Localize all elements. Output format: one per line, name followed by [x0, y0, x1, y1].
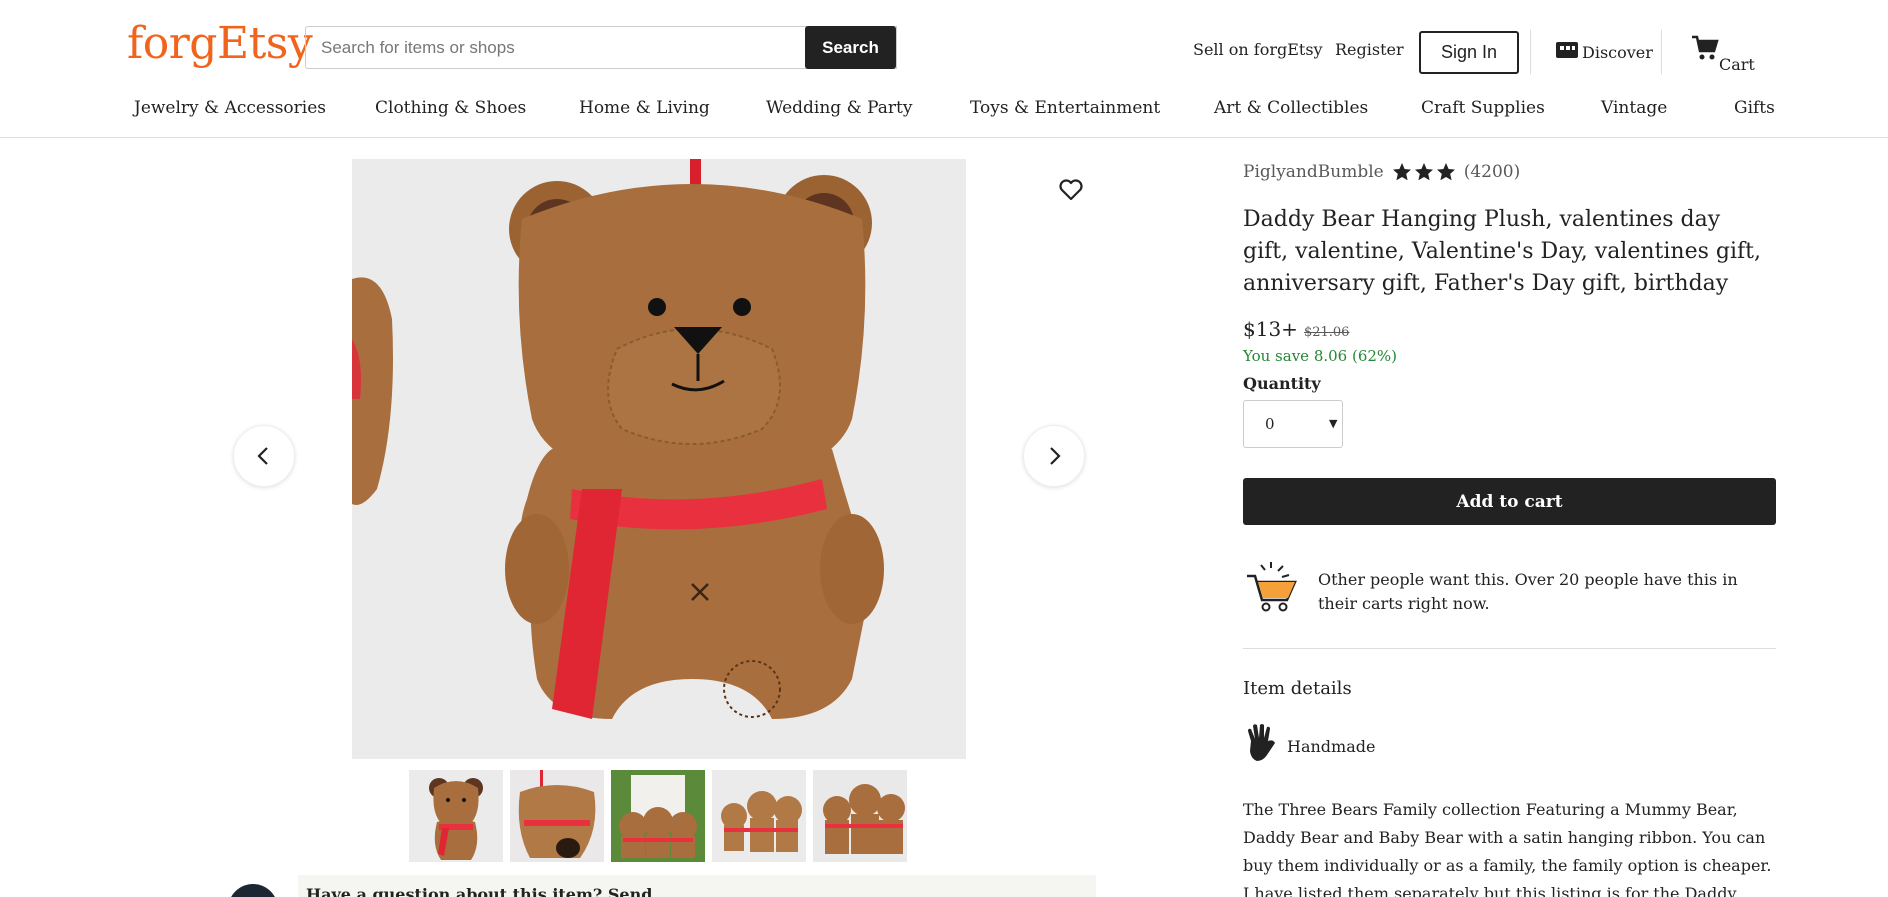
site-logo[interactable]: forgEtsy [127, 18, 313, 69]
category-clothing[interactable]: Clothing & Shoes [375, 98, 526, 118]
star-icon [1392, 163, 1411, 181]
category-vintage[interactable]: Vintage [1601, 98, 1667, 118]
hand-icon [1245, 723, 1277, 767]
category-gifts[interactable]: Gifts [1734, 98, 1775, 118]
thumbnail-1[interactable] [409, 770, 503, 862]
thumbnail-2[interactable] [510, 770, 604, 862]
chevron-right-icon [1050, 447, 1061, 465]
shop-owner-avatar [228, 884, 278, 897]
shop-info: PiglyandBumble (4200) [1243, 162, 1520, 182]
quantity-select[interactable]: 0 ▼ [1243, 400, 1343, 448]
star-icon [1414, 163, 1433, 181]
add-to-cart-button[interactable]: Add to cart [1243, 478, 1776, 525]
thumbnail-5[interactable] [813, 770, 907, 862]
category-craft[interactable]: Craft Supplies [1421, 98, 1545, 118]
favorite-heart-icon[interactable] [1058, 178, 1084, 202]
register-link[interactable]: Register [1335, 40, 1404, 59]
original-price: $21.06 [1303, 325, 1350, 340]
cart-icon[interactable] [1691, 35, 1719, 65]
discover-icon [1555, 40, 1579, 64]
savings-text: You save 8.06 (62%) [1243, 347, 1398, 365]
discover-link[interactable]: Discover [1555, 40, 1653, 64]
item-description: The Three Bears Family collection Featur… [1243, 800, 1772, 897]
category-wedding[interactable]: Wedding & Party [766, 98, 913, 118]
rating-stars [1392, 162, 1456, 182]
review-count[interactable]: (4200) [1464, 162, 1521, 182]
price-line: $13+ $21.06 [1243, 317, 1349, 341]
next-image-button[interactable] [1023, 425, 1085, 487]
thumbnail-3[interactable] [611, 770, 705, 862]
site-header: forgEtsy Search Sell on forgEtsy Registe… [0, 0, 1888, 138]
sell-link[interactable]: Sell on forgEtsy [1193, 40, 1323, 59]
sign-in-button[interactable]: Sign In [1419, 31, 1519, 74]
chevron-left-icon [257, 447, 268, 465]
section-divider [1243, 648, 1776, 649]
demand-notice: Other people want this. Over 20 people h… [1318, 570, 1738, 613]
category-jewelry[interactable]: Jewelry & Accessories [134, 98, 326, 118]
quantity-label: Quantity [1243, 374, 1321, 393]
cart-label[interactable]: Cart [1719, 55, 1755, 74]
thumbnail-4[interactable] [712, 770, 806, 862]
previous-image-button[interactable] [233, 425, 295, 487]
search-input[interactable] [306, 27, 806, 68]
category-art[interactable]: Art & Collectibles [1214, 98, 1368, 118]
star-icon [1436, 163, 1455, 181]
header-divider [1530, 30, 1531, 74]
question-prompt: Have a question about this item? Send [306, 885, 653, 897]
main-product-image[interactable] [352, 159, 966, 759]
discover-label: Discover [1582, 42, 1653, 62]
shopping-cart-icon [1245, 562, 1299, 618]
listing-title: Daddy Bear Hanging Plush, valentines day… [1243, 207, 1761, 296]
shop-name-link[interactable]: PiglyandBumble [1243, 162, 1384, 182]
listing-price: $13+ [1243, 317, 1298, 341]
header-divider [1661, 30, 1662, 74]
quantity-value: 0 [1265, 415, 1275, 433]
category-home[interactable]: Home & Living [579, 98, 710, 118]
caret-down-icon: ▼ [1329, 417, 1338, 430]
category-toys[interactable]: Toys & Entertainment [970, 98, 1160, 118]
search-button[interactable]: Search [805, 26, 896, 69]
handmade-label: Handmade [1287, 737, 1376, 756]
item-details-heading: Item details [1243, 678, 1352, 699]
